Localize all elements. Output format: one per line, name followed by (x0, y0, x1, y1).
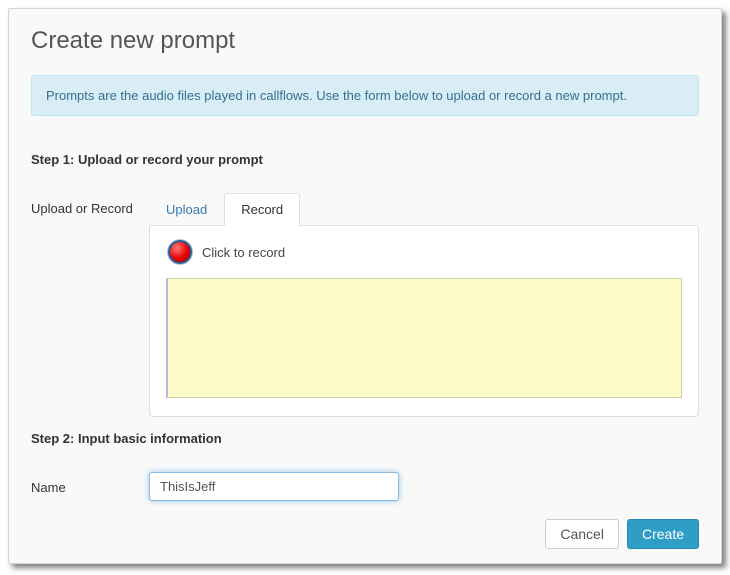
record-button-label: Click to record (202, 245, 285, 260)
step1-heading: Step 1: Upload or record your prompt (31, 152, 699, 167)
upload-record-content: Upload Record Click to record (149, 193, 699, 417)
info-alert: Prompts are the audio files played in ca… (31, 75, 699, 116)
name-row: Name (31, 472, 699, 501)
record-button-icon[interactable] (168, 240, 192, 264)
tabs: Upload Record (149, 193, 699, 226)
footer-buttons: Cancel Create (31, 519, 699, 549)
waveform-area[interactable] (166, 278, 682, 398)
tab-record[interactable]: Record (224, 193, 300, 226)
tab-upload[interactable]: Upload (149, 193, 224, 226)
record-tab-body: Click to record (149, 225, 699, 417)
name-content (149, 472, 699, 501)
step2-heading: Step 2: Input basic information (31, 431, 699, 446)
page-title: Create new prompt (31, 27, 699, 55)
record-control-row: Click to record (164, 240, 684, 264)
upload-record-row: Upload or Record Upload Record Click to … (31, 193, 699, 417)
name-input[interactable] (149, 472, 399, 501)
create-prompt-panel: Create new prompt Prompts are the audio … (8, 8, 722, 564)
name-label: Name (31, 472, 149, 495)
cancel-button[interactable]: Cancel (545, 519, 619, 549)
upload-record-label: Upload or Record (31, 193, 149, 216)
create-button[interactable]: Create (627, 519, 699, 549)
